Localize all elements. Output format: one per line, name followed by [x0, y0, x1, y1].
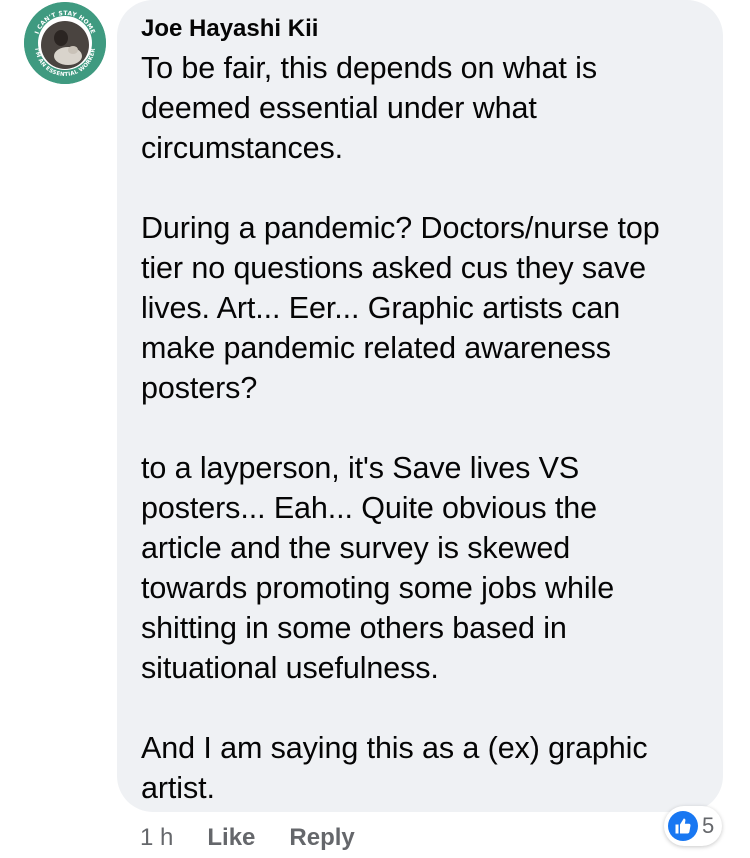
- comment-line: make pandemic related awareness: [141, 331, 611, 365]
- comment-line: During a pandemic? Doctors/nurse top: [141, 211, 660, 245]
- comment-actions: 1 h Like Reply: [140, 818, 389, 858]
- comment-paragraph: During a pandemic? Doctors/nurse top tier…: [141, 208, 701, 408]
- comment-line: situational usefulness.: [141, 651, 439, 685]
- comment-line: shitting in some others based in: [141, 611, 567, 645]
- comment-paragraph: To be fair, this depends on what is deeme…: [141, 48, 701, 168]
- comment-line: posters... Eah... Quite obvious the: [141, 491, 597, 525]
- reaction-summary[interactable]: 5: [664, 806, 723, 846]
- comment-line: tier no questions asked cus they save: [141, 251, 646, 285]
- like-icon: [668, 811, 698, 841]
- comment-line: circumstances.: [141, 131, 343, 165]
- reply-button[interactable]: Reply: [289, 824, 354, 852]
- comment-bubble: Joe Hayashi Kii To be fair, this depends…: [117, 0, 723, 812]
- comment-line: to a layperson, it's Save lives VS: [141, 451, 580, 485]
- comment-line: posters?: [141, 371, 258, 405]
- comment-timestamp[interactable]: 1 h: [140, 824, 173, 852]
- comment-paragraph: And I am saying this as a (ex) graphic ar…: [141, 728, 701, 808]
- avatar-frame-icon: I CAN'T STAY HOME I'M AN ESSENTIAL WORKE…: [24, 2, 106, 84]
- comment-line: deemed essential under what: [141, 91, 537, 125]
- comment-line: And I am saying this as a (ex) graphic: [141, 731, 648, 765]
- comment-line: towards promoting some jobs while: [141, 571, 615, 605]
- comment-line: article and the survey is skewed: [141, 531, 571, 565]
- comment-line: lives. Art... Eer... Graphic artists can: [141, 291, 621, 325]
- like-button[interactable]: Like: [207, 824, 255, 852]
- comment-line: artist.: [141, 771, 215, 805]
- reaction-count: 5: [702, 813, 715, 838]
- comment-paragraph: to a layperson, it's Save lives VS poster…: [141, 448, 701, 688]
- avatar[interactable]: I CAN'T STAY HOME I'M AN ESSENTIAL WORKE…: [24, 2, 106, 84]
- comment-line: To be fair, this depends on what is: [141, 51, 597, 85]
- comment-author[interactable]: Joe Hayashi Kii: [141, 14, 701, 44]
- comment-text: To be fair, this depends on what is deeme…: [141, 48, 701, 808]
